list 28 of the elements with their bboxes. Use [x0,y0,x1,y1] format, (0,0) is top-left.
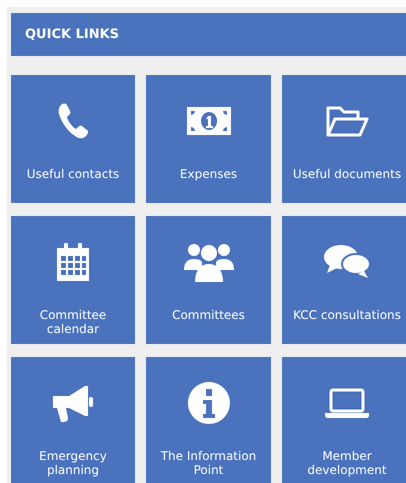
tile-label: KCC consultations [292,308,402,322]
tile-label: Committee calendar [38,308,108,336]
laptop-icon [325,388,369,418]
megaphone-icon [51,384,95,422]
quick-link-tile[interactable]: Useful contacts [11,75,135,203]
quick-link-tile[interactable]: Useful documents [282,75,406,203]
tile-label: Emergency planning [38,449,108,477]
tile-label: Committees [171,308,246,322]
folder-icon [325,104,369,138]
speech-bubbles-icon [324,244,370,280]
quick-link-tile[interactable]: Member development [282,357,406,483]
calendar-icon [56,243,90,281]
quick-link-tile[interactable]: Emergency planning [11,357,135,483]
tile-label: Useful documents [292,167,402,181]
banknote-icon [186,107,230,135]
section-title: QUICK LINKS [25,27,120,42]
quick-link-tile[interactable]: The Information Point [146,357,271,483]
info-icon [188,382,230,424]
tile-label: The Information Point [160,449,258,477]
tile-label: Useful contacts [26,167,120,181]
tile-label: Member development [306,449,388,477]
quick-link-tile[interactable]: KCC consultations [282,216,406,344]
tile-label: Expenses [178,167,238,181]
phone-icon [58,103,88,139]
quick-link-tile[interactable]: Committee calendar [11,216,135,344]
quick-link-tile[interactable]: Committees [146,216,271,344]
quick-link-tile[interactable]: Expenses [146,75,271,203]
group-icon [184,242,234,282]
